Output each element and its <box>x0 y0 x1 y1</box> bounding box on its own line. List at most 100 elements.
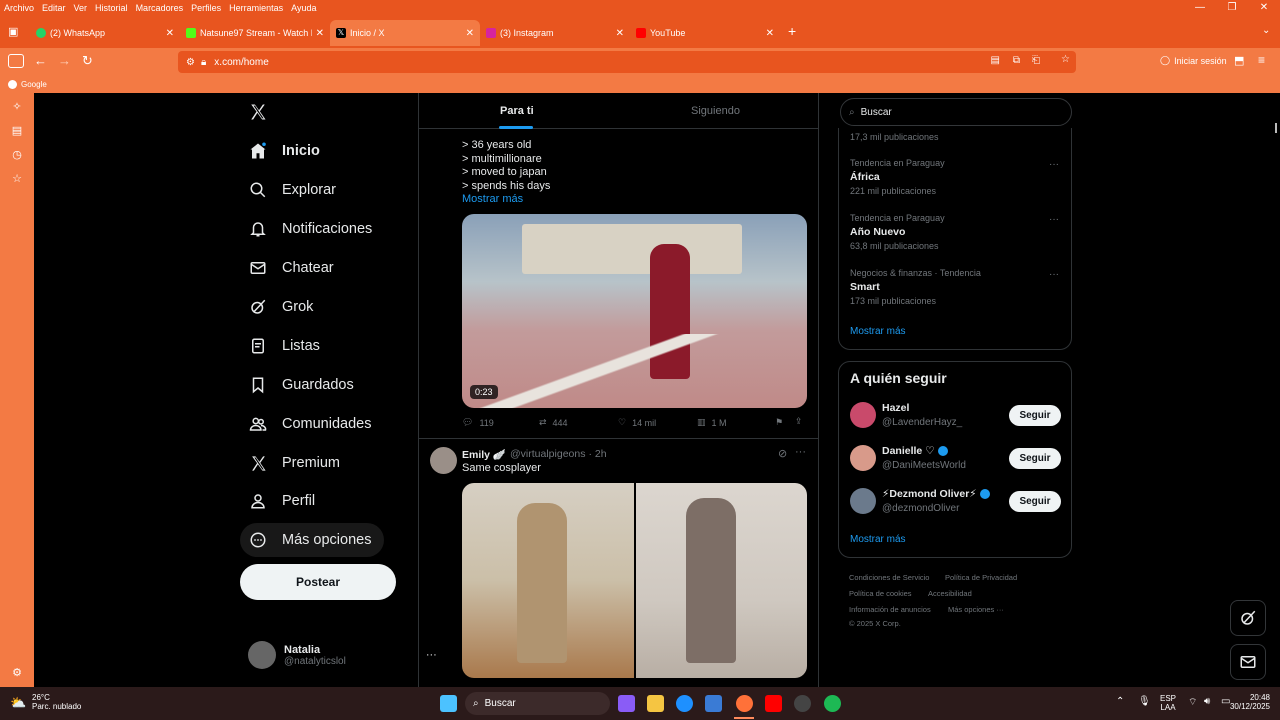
follow-button[interactable]: Seguir <box>1009 405 1061 426</box>
back-icon[interactable]: ← <box>34 53 47 68</box>
avatar[interactable] <box>850 402 876 428</box>
address-bar[interactable]: ⚙ 🔒︎ x.com/home ▤ ⧉ ⎗ ☆ <box>178 51 1076 73</box>
store-icon[interactable] <box>705 695 722 712</box>
settings-icon[interactable]: ⚙ <box>186 57 195 68</box>
menu-herramientas[interactable]: Herramientas <box>225 3 287 13</box>
tab-youtube[interactable]: YouTube ✕ <box>630 20 780 46</box>
nav-notificaciones[interactable]: Notificaciones <box>248 216 372 242</box>
more-dots-icon[interactable]: ··· <box>1049 159 1059 170</box>
post-button[interactable]: Postear <box>240 564 396 600</box>
share-icon[interactable]: ⇪ <box>795 416 803 427</box>
footer-ads-info-link[interactable]: Información de anuncios <box>849 605 931 614</box>
show-more-link[interactable]: Mostrar más <box>462 193 550 207</box>
firefox-icon[interactable] <box>736 695 753 712</box>
menu-marcadores[interactable]: Marcadores <box>132 3 188 13</box>
bookmark-icon[interactable]: ⚑ <box>775 417 783 428</box>
menu-historial[interactable]: Historial <box>91 3 132 13</box>
microphone-icon[interactable]: 🎙︎ <box>1138 696 1151 707</box>
follow-suggestion[interactable]: ⚡Dezmond Oliver⚡ @dezmondOliver <box>882 488 990 514</box>
post-image[interactable] <box>635 483 807 678</box>
nav-guardados[interactable]: Guardados <box>248 372 354 398</box>
favorites-icon[interactable]: ☆ <box>11 173 23 185</box>
trend-item[interactable]: Tendencia en Paraguay África 221 mil pub… <box>850 158 945 196</box>
reply-button[interactable]: 💬︎ 119 <box>462 417 494 428</box>
menu-archivo[interactable]: Archivo <box>0 3 38 13</box>
follow-show-more-link[interactable]: Mostrar más <box>850 534 906 545</box>
nav-mas-opciones[interactable]: Más opciones <box>248 527 371 553</box>
tab-overview-icon[interactable]: ▣ <box>8 25 18 38</box>
x-logo-icon[interactable] <box>249 103 267 121</box>
nav-inicio[interactable]: Inicio <box>248 138 320 164</box>
nav-chatear[interactable]: Chatear <box>248 255 334 281</box>
scrollbar-thumb[interactable] <box>1275 123 1277 133</box>
wifi-icon[interactable]: ⌔ <box>1188 696 1197 709</box>
obs-icon[interactable] <box>794 695 811 712</box>
edge-icon[interactable] <box>676 695 693 712</box>
settings-gear-icon[interactable]: ⚙ <box>11 667 23 679</box>
search-input[interactable]: ⌕ Buscar <box>840 98 1072 126</box>
nav-comunidades[interactable]: Comunidades <box>248 411 371 437</box>
hamburger-menu-icon[interactable]: ≡ <box>1258 53 1265 67</box>
grok-fab[interactable] <box>1230 600 1266 636</box>
messages-fab[interactable] <box>1230 644 1266 680</box>
tab-list-icon[interactable]: ⌄ <box>1262 25 1270 36</box>
footer-terms-link[interactable]: Condiciones de Servicio <box>849 573 929 582</box>
menu-ayuda[interactable]: Ayuda <box>287 3 320 13</box>
trend-item[interactable]: Negocios & finanzas · Tendencia Smart 17… <box>850 268 981 306</box>
youtube-icon[interactable] <box>765 695 782 712</box>
views-button[interactable]: ▥ 1 M <box>697 417 727 428</box>
tab-siguiendo[interactable]: Siguiendo <box>691 105 740 117</box>
close-tab-icon[interactable]: ✕ <box>466 28 474 39</box>
chevron-up-icon[interactable]: ⌃ <box>1116 696 1124 707</box>
screenshot-icon[interactable]: ⎗ <box>1032 55 1040 66</box>
follow-button[interactable]: Seguir <box>1009 448 1061 469</box>
author-handle[interactable]: @virtualpigeons <box>510 448 585 461</box>
trends-show-more-link[interactable]: Mostrar más <box>850 326 906 337</box>
menu-ver[interactable]: Ver <box>70 3 92 13</box>
post-image[interactable] <box>462 483 634 678</box>
trend-item[interactable]: Tendencia en Paraguay Año Nuevo 63,8 mil… <box>850 213 945 251</box>
forward-icon[interactable]: → <box>58 53 71 68</box>
ai-sparkle-icon[interactable]: ✧ <box>11 101 23 113</box>
more-dots-icon[interactable]: ··· <box>1049 214 1059 225</box>
follow-suggestion[interactable]: Hazel @LavenderHayz_ <box>882 402 962 428</box>
account-switcher[interactable]: Natalia @natalyticslol ··· <box>248 641 437 669</box>
nav-listas[interactable]: Listas <box>248 333 320 359</box>
star-icon[interactable]: ☆ <box>1061 54 1070 65</box>
tab-whatsapp[interactable]: (2) WhatsApp ✕ <box>30 20 180 46</box>
follow-suggestion[interactable]: Danielle ♡ @DaniMeetsWorld <box>882 445 966 471</box>
video-player[interactable]: 0:23 <box>462 214 807 408</box>
more-dots-icon[interactable]: ··· <box>795 446 806 458</box>
taskbar-search[interactable]: ⌕ Buscar <box>465 692 610 715</box>
nav-grok[interactable]: Grok <box>248 294 313 320</box>
extensions-icon[interactable]: ⬒ <box>1234 54 1244 67</box>
avatar[interactable] <box>850 445 876 471</box>
tab-kick[interactable]: Natsune97 Stream - Watch Live ✕ <box>180 20 330 46</box>
new-tab-icon[interactable]: + <box>788 23 796 39</box>
copilot-icon[interactable] <box>618 695 635 712</box>
nav-perfil[interactable]: Perfil <box>248 488 315 514</box>
reload-icon[interactable]: ↻ <box>82 53 93 69</box>
author-name[interactable]: Emily 🪽 <box>462 448 506 461</box>
picture-in-picture-icon[interactable]: ⧉ <box>1013 55 1020 66</box>
grok-icon[interactable]: ⊘ <box>778 447 787 460</box>
like-button[interactable]: ♡ 14 mil <box>618 417 656 428</box>
tab-para-ti[interactable]: Para ti <box>500 105 534 117</box>
history-icon[interactable]: ◷ <box>11 149 23 161</box>
close-tab-icon[interactable]: ✕ <box>316 28 324 39</box>
avatar[interactable] <box>850 488 876 514</box>
more-dots-icon[interactable]: ··· <box>1049 269 1059 280</box>
menu-editar[interactable]: Editar <box>38 3 70 13</box>
nav-premium[interactable]: Premium <box>248 450 340 476</box>
footer-privacy-link[interactable]: Política de Privacidad <box>945 573 1017 582</box>
close-tab-icon[interactable]: ✕ <box>166 28 174 39</box>
minimize-icon[interactable]: — <box>1184 0 1216 16</box>
signin-button[interactable]: ◯ Iniciar sesión <box>1160 55 1227 66</box>
collections-icon[interactable]: ▤ <box>11 125 23 137</box>
tab-x[interactable]: 𝕏 Inicio / X ✕ <box>330 20 480 46</box>
sidebar-toggle-icon[interactable] <box>8 54 24 68</box>
close-tab-icon[interactable]: ✕ <box>766 28 774 39</box>
close-window-icon[interactable]: ✕ <box>1248 0 1280 16</box>
windows-start-icon[interactable] <box>440 695 457 712</box>
reader-icon[interactable]: ▤ <box>991 55 1000 66</box>
